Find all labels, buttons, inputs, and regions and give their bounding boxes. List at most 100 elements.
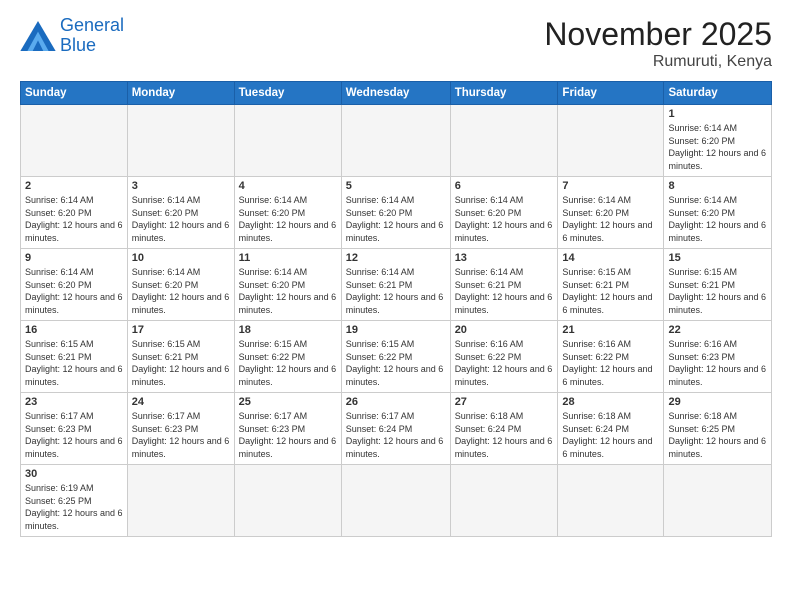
calendar-day: 15Sunrise: 6:15 AM Sunset: 6:21 PM Dayli… [664, 249, 772, 321]
calendar-day: 18 Sunrise: 6:15 AM Sunset: 6:22 PM Dayli… [234, 321, 341, 393]
day-info: Sunrise: 6:15 AM Sunset: 6:21 PM Dayligh… [25, 338, 123, 388]
col-sunday: Sunday [21, 82, 128, 105]
col-tuesday: Tuesday [234, 82, 341, 105]
calendar-day [127, 465, 234, 537]
title-block: November 2025 Rumuruti, Kenya [544, 16, 772, 71]
col-thursday: Thursday [450, 82, 558, 105]
day-number: 15 [668, 252, 767, 264]
calendar-day [341, 465, 450, 537]
calendar-day: 9Sunrise: 6:14 AM Sunset: 6:20 PM Daylig… [21, 249, 128, 321]
calendar-day [450, 465, 558, 537]
calendar-day: 28Sunrise: 6:18 AM Sunset: 6:24 PM Dayli… [558, 393, 664, 465]
calendar-week-1: 2 Sunrise: 6:14 AM Sunset: 6:20 PM Daylig… [21, 177, 772, 249]
day-info: Sunrise: 6:17 AM Sunset: 6:23 PM Dayligh… [25, 410, 123, 460]
calendar-day [127, 105, 234, 177]
calendar-week-2: 9Sunrise: 6:14 AM Sunset: 6:20 PM Daylig… [21, 249, 772, 321]
calendar-day [558, 465, 664, 537]
day-info: Sunrise: 6:14 AM Sunset: 6:20 PM Dayligh… [132, 266, 230, 316]
day-number: 16 [25, 324, 123, 336]
day-number: 11 [239, 252, 337, 264]
day-info: Sunrise: 6:14 AM Sunset: 6:21 PM Dayligh… [346, 266, 446, 316]
calendar-week-0: 1 Sunrise: 6:14 AM Sunset: 6:20 PM Daylig… [21, 105, 772, 177]
day-info: Sunrise: 6:14 AM Sunset: 6:20 PM Dayligh… [25, 194, 123, 244]
day-info: Sunrise: 6:17 AM Sunset: 6:23 PM Dayligh… [132, 410, 230, 460]
day-info: Sunrise: 6:16 AM Sunset: 6:22 PM Dayligh… [562, 338, 659, 388]
day-info: Sunrise: 6:14 AM Sunset: 6:20 PM Dayligh… [239, 194, 337, 244]
calendar-day: 2 Sunrise: 6:14 AM Sunset: 6:20 PM Daylig… [21, 177, 128, 249]
day-info: Sunrise: 6:18 AM Sunset: 6:24 PM Dayligh… [455, 410, 554, 460]
day-info: Sunrise: 6:14 AM Sunset: 6:20 PM Dayligh… [668, 122, 767, 172]
day-info: Sunrise: 6:18 AM Sunset: 6:25 PM Dayligh… [668, 410, 767, 460]
day-number: 30 [25, 468, 123, 480]
calendar-day [664, 465, 772, 537]
calendar-subtitle: Rumuruti, Kenya [544, 53, 772, 71]
day-number: 2 [25, 180, 123, 192]
day-info: Sunrise: 6:14 AM Sunset: 6:20 PM Dayligh… [25, 266, 123, 316]
calendar-day: 27 Sunrise: 6:18 AM Sunset: 6:24 PM Dayli… [450, 393, 558, 465]
day-info: Sunrise: 6:14 AM Sunset: 6:20 PM Dayligh… [239, 266, 337, 316]
day-number: 14 [562, 252, 659, 264]
calendar-day [558, 105, 664, 177]
page: General Blue November 2025 Rumuruti, Ken… [0, 0, 792, 612]
calendar-week-5: 30 Sunrise: 6:19 AM Sunset: 6:25 PM Dayli… [21, 465, 772, 537]
logo: General Blue [20, 16, 124, 56]
calendar-day: 11 Sunrise: 6:14 AM Sunset: 6:20 PM Dayli… [234, 249, 341, 321]
calendar-day [341, 105, 450, 177]
day-info: Sunrise: 6:17 AM Sunset: 6:23 PM Dayligh… [239, 410, 337, 460]
calendar-day: 14 Sunrise: 6:15 AM Sunset: 6:21 PM Dayli… [558, 249, 664, 321]
logo-icon [20, 21, 56, 51]
day-info: Sunrise: 6:14 AM Sunset: 6:21 PM Dayligh… [455, 266, 554, 316]
day-info: Sunrise: 6:15 AM Sunset: 6:22 PM Dayligh… [346, 338, 446, 388]
day-number: 20 [455, 324, 554, 336]
calendar-day [450, 105, 558, 177]
calendar-day [234, 105, 341, 177]
header: General Blue November 2025 Rumuruti, Ken… [20, 16, 772, 71]
calendar-body: 1 Sunrise: 6:14 AM Sunset: 6:20 PM Daylig… [21, 105, 772, 537]
calendar-day: 16 Sunrise: 6:15 AM Sunset: 6:21 PM Dayli… [21, 321, 128, 393]
day-info: Sunrise: 6:15 AM Sunset: 6:22 PM Dayligh… [239, 338, 337, 388]
day-number: 27 [455, 396, 554, 408]
calendar-day: 5Sunrise: 6:14 AM Sunset: 6:20 PM Daylig… [341, 177, 450, 249]
calendar-day: 4 Sunrise: 6:14 AM Sunset: 6:20 PM Daylig… [234, 177, 341, 249]
calendar-day [234, 465, 341, 537]
logo-general: General [60, 15, 124, 35]
day-number: 10 [132, 252, 230, 264]
calendar-day: 29Sunrise: 6:18 AM Sunset: 6:25 PM Dayli… [664, 393, 772, 465]
calendar-day: 22 Sunrise: 6:16 AM Sunset: 6:23 PM Dayli… [664, 321, 772, 393]
day-info: Sunrise: 6:16 AM Sunset: 6:22 PM Dayligh… [455, 338, 554, 388]
calendar-header-row: Sunday Monday Tuesday Wednesday Thursday… [21, 82, 772, 105]
day-number: 3 [132, 180, 230, 192]
day-info: Sunrise: 6:15 AM Sunset: 6:21 PM Dayligh… [562, 266, 659, 316]
day-info: Sunrise: 6:19 AM Sunset: 6:25 PM Dayligh… [25, 482, 123, 532]
calendar-day: 26Sunrise: 6:17 AM Sunset: 6:24 PM Dayli… [341, 393, 450, 465]
calendar-day: 3Sunrise: 6:14 AM Sunset: 6:20 PM Daylig… [127, 177, 234, 249]
day-number: 22 [668, 324, 767, 336]
day-number: 24 [132, 396, 230, 408]
col-wednesday: Wednesday [341, 82, 450, 105]
logo-blue: Blue [60, 35, 96, 55]
day-number: 4 [239, 180, 337, 192]
calendar-day: 1 Sunrise: 6:14 AM Sunset: 6:20 PM Daylig… [664, 105, 772, 177]
day-info: Sunrise: 6:14 AM Sunset: 6:20 PM Dayligh… [346, 194, 446, 244]
calendar-day: 17Sunrise: 6:15 AM Sunset: 6:21 PM Dayli… [127, 321, 234, 393]
day-number: 17 [132, 324, 230, 336]
day-number: 28 [562, 396, 659, 408]
day-number: 8 [668, 180, 767, 192]
day-info: Sunrise: 6:16 AM Sunset: 6:23 PM Dayligh… [668, 338, 767, 388]
day-number: 21 [562, 324, 659, 336]
calendar-day: 7 Sunrise: 6:14 AM Sunset: 6:20 PM Daylig… [558, 177, 664, 249]
day-number: 18 [239, 324, 337, 336]
day-info: Sunrise: 6:14 AM Sunset: 6:20 PM Dayligh… [455, 194, 554, 244]
calendar-week-3: 16 Sunrise: 6:15 AM Sunset: 6:21 PM Dayli… [21, 321, 772, 393]
day-number: 1 [668, 108, 767, 120]
calendar-day: 23Sunrise: 6:17 AM Sunset: 6:23 PM Dayli… [21, 393, 128, 465]
calendar-day: 12Sunrise: 6:14 AM Sunset: 6:21 PM Dayli… [341, 249, 450, 321]
day-info: Sunrise: 6:14 AM Sunset: 6:20 PM Dayligh… [562, 194, 659, 244]
day-number: 7 [562, 180, 659, 192]
calendar-day: 10 Sunrise: 6:14 AM Sunset: 6:20 PM Dayli… [127, 249, 234, 321]
calendar-table: Sunday Monday Tuesday Wednesday Thursday… [20, 81, 772, 537]
calendar-day: 21 Sunrise: 6:16 AM Sunset: 6:22 PM Dayli… [558, 321, 664, 393]
calendar-day: 20 Sunrise: 6:16 AM Sunset: 6:22 PM Dayli… [450, 321, 558, 393]
day-info: Sunrise: 6:17 AM Sunset: 6:24 PM Dayligh… [346, 410, 446, 460]
calendar-day: 8Sunrise: 6:14 AM Sunset: 6:20 PM Daylig… [664, 177, 772, 249]
